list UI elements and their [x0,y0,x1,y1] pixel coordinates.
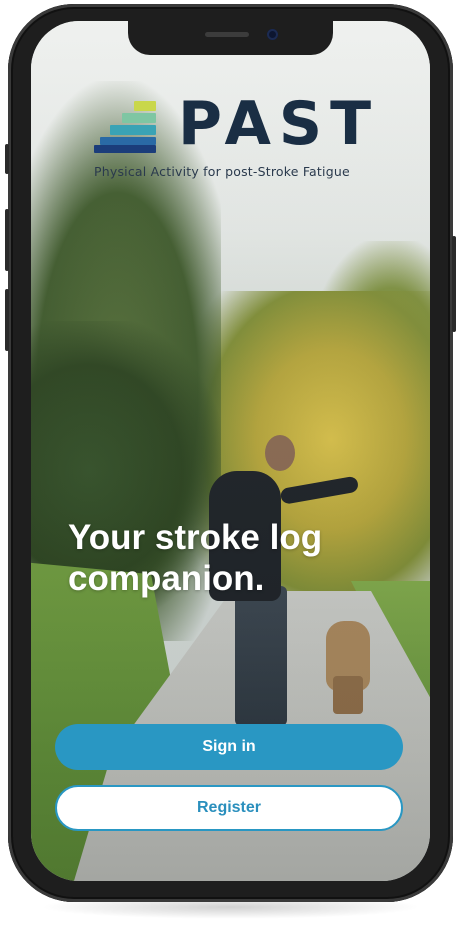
sign-in-label: Sign in [202,738,256,755]
register-button[interactable]: Register [55,785,403,831]
hero-tagline: Your stroke log companion. [68,518,323,598]
front-camera [267,29,278,40]
volume-up-button [5,209,9,271]
volume-down-button [5,289,9,351]
register-label: Register [196,799,262,816]
logo-wordmark: PAST [178,89,380,159]
logo-stairs-icon [94,99,158,155]
power-button [452,236,456,332]
speaker-grille [205,32,249,37]
mute-switch [5,144,9,174]
logo-subtitle: Physical Activity for post-Stroke Fatigu… [94,164,350,179]
sign-in-button[interactable]: Sign in [55,724,403,770]
app-logo: PAST Physical Activity for post-Stroke F… [94,91,371,187]
device-notch [128,21,333,55]
